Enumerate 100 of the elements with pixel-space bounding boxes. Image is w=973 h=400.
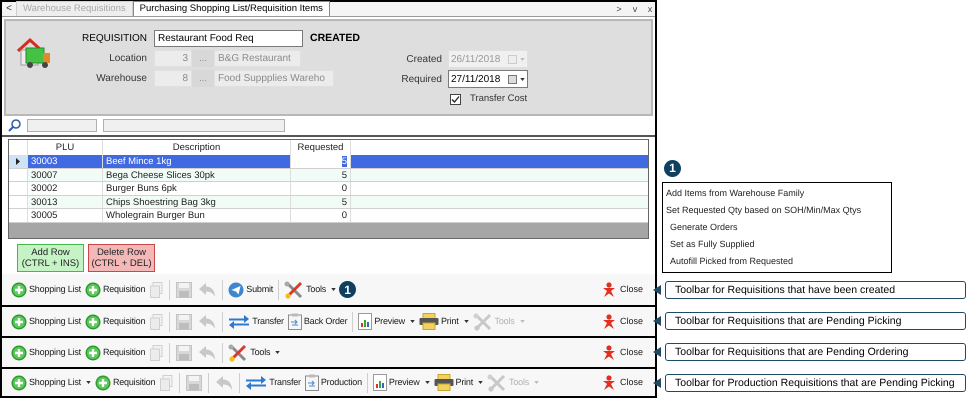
toolbar-button[interactable]: Transfer: [244, 372, 302, 394]
toolbar-button[interactable]: Tools: [227, 342, 282, 364]
toolbar-button[interactable]: Shopping List: [10, 372, 92, 394]
toolbar-button[interactable]: Print: [432, 372, 484, 394]
toolbar-button[interactable]: Tools: [283, 278, 338, 300]
tab-forward-button[interactable]: >: [613, 2, 625, 16]
figure-icon: [600, 314, 617, 330]
toolbar-button[interactable]: Requisition: [84, 278, 146, 300]
caret-icon: [520, 78, 525, 80]
callout-label: Toolbar for Production Requisitions that are Pending Picking: [665, 374, 966, 392]
paper-plane-icon: [228, 282, 244, 298]
table-cell: Burger Buns 6pk: [103, 182, 291, 194]
status-label: CREATED: [310, 30, 360, 46]
save-icon: [186, 374, 202, 390]
callout-label: Toolbar for Requisitions that have been created: [665, 280, 966, 298]
menu-item[interactable]: Add Items from Warehouse Family: [666, 185, 804, 202]
undo-icon: [198, 314, 216, 330]
menu-item[interactable]: Set Requested Qty based on SOH/Min/Max Qtys: [666, 202, 862, 219]
table-row[interactable]: 30003 Beef Mince 1kg 5: [9, 155, 648, 168]
save-icon: [176, 344, 192, 360]
plus-icon: [94, 374, 111, 390]
toolbar-button[interactable]: Shopping List: [10, 278, 82, 300]
toolbar-button[interactable]: Requisition: [84, 342, 146, 364]
pointer-arrow-icon: [653, 378, 661, 388]
table-row[interactable]: 30013 Chips Shoestring Bag 3kg 5: [9, 196, 648, 209]
callout-label: Toolbar for Requisitions that are Pending Picking: [665, 312, 966, 330]
tab-list-button[interactable]: v: [629, 2, 641, 16]
tools-icon: [228, 344, 248, 362]
plus-icon: [84, 344, 101, 360]
house-truck-icon: [16, 37, 52, 71]
transfer-arrows-icon: [245, 374, 268, 390]
plus-icon: [11, 282, 27, 298]
text-field[interactable]: Restaurant Food Req: [154, 30, 303, 47]
table-row[interactable]: 30002 Burger Buns 6pk 0: [9, 182, 648, 196]
toolbar-button[interactable]: Back Order: [286, 310, 348, 332]
tools-icon: [284, 280, 304, 298]
undo-icon: [198, 344, 216, 360]
close-button[interactable]: Close: [600, 374, 643, 390]
table-row[interactable]: 30005 Wholegrain Burger Bun 0: [9, 209, 648, 222]
undo-icon: [215, 374, 234, 390]
save-icon: [176, 314, 192, 330]
plus-icon: [84, 282, 101, 298]
delete-row-button[interactable]: Delete Row (CTRL + DEL): [88, 244, 155, 272]
table-cell: 30003: [28, 155, 103, 168]
close-button[interactable]: Close: [600, 344, 643, 360]
toolbar-button[interactable]: Production: [304, 372, 363, 394]
add-row-button[interactable]: Add Row (CTRL + INS): [17, 244, 84, 272]
copy-icon: [150, 344, 164, 360]
plus-icon: [11, 374, 27, 390]
menu-item[interactable]: Generate Orders: [666, 219, 738, 236]
callout-number: 1: [664, 160, 681, 176]
table-cell: 30007: [28, 168, 103, 181]
report-icon: [358, 313, 372, 330]
callout-label: Toolbar for Requisitions that are Pending Ordering: [665, 342, 966, 360]
checkbox-label: Transfer Cost: [470, 92, 528, 106]
check-icon: [450, 94, 460, 104]
search-field[interactable]: [103, 119, 285, 132]
menu-item[interactable]: Set as Fully Supplied: [666, 236, 755, 253]
field-label: Warehouse: [95, 72, 148, 86]
copy-icon: [160, 374, 174, 390]
table-cell: 0: [291, 182, 351, 194]
report-icon: [372, 374, 387, 391]
table-cell: 5: [291, 155, 351, 168]
clipboard-icon: [304, 374, 319, 391]
pointer-arrow-icon: [653, 284, 661, 294]
callout-number: 1: [339, 281, 356, 298]
plus-icon: [84, 314, 101, 330]
field-label: Created: [405, 52, 443, 66]
toolbar-button[interactable]: Print: [418, 310, 470, 332]
toolbar-button[interactable]: Preview: [357, 310, 416, 332]
clipboard-icon: [288, 313, 302, 330]
tab-back-button[interactable]: <: [2, 2, 16, 16]
field-label: Location: [108, 52, 148, 66]
menu-item[interactable]: Autofill Picked from Requested: [666, 253, 794, 270]
close-tab-button[interactable]: x: [645, 2, 655, 16]
date-field[interactable]: 27/11/2018: [448, 70, 528, 88]
toolbar-button[interactable]: Requisition: [84, 310, 146, 332]
table-cell: Bega Cheese Slices 30pk: [103, 168, 291, 181]
table-cell: 5: [291, 168, 351, 181]
transfer-arrows-icon: [228, 314, 250, 330]
table-cell: 30005: [28, 209, 103, 222]
toolbar-button[interactable]: Preview: [372, 372, 431, 394]
pointer-arrow-icon: [653, 316, 661, 326]
table-cell: 0: [291, 209, 351, 222]
close-button[interactable]: Close: [600, 282, 643, 298]
tools-icon: [487, 374, 508, 392]
toolbar-button[interactable]: Submit: [227, 278, 274, 300]
toolbar-button[interactable]: Transfer: [227, 310, 285, 332]
save-icon: [176, 282, 192, 298]
figure-icon: [600, 344, 617, 360]
field-label: REQUISITION: [80, 32, 148, 46]
search-field[interactable]: [27, 119, 97, 132]
figure-icon: [600, 374, 617, 390]
toolbar-button[interactable]: Shopping List: [10, 342, 82, 364]
toolbar-button[interactable]: Shopping List: [10, 310, 82, 332]
toolbar-button[interactable]: Requisition: [94, 372, 156, 394]
close-button[interactable]: Close: [600, 314, 643, 330]
tab[interactable]: Purchasing Shopping List/Requisition Items: [132, 1, 330, 16]
table-row[interactable]: 30007 Bega Cheese Slices 30pk 5: [9, 168, 648, 182]
checkbox[interactable]: [450, 94, 461, 105]
